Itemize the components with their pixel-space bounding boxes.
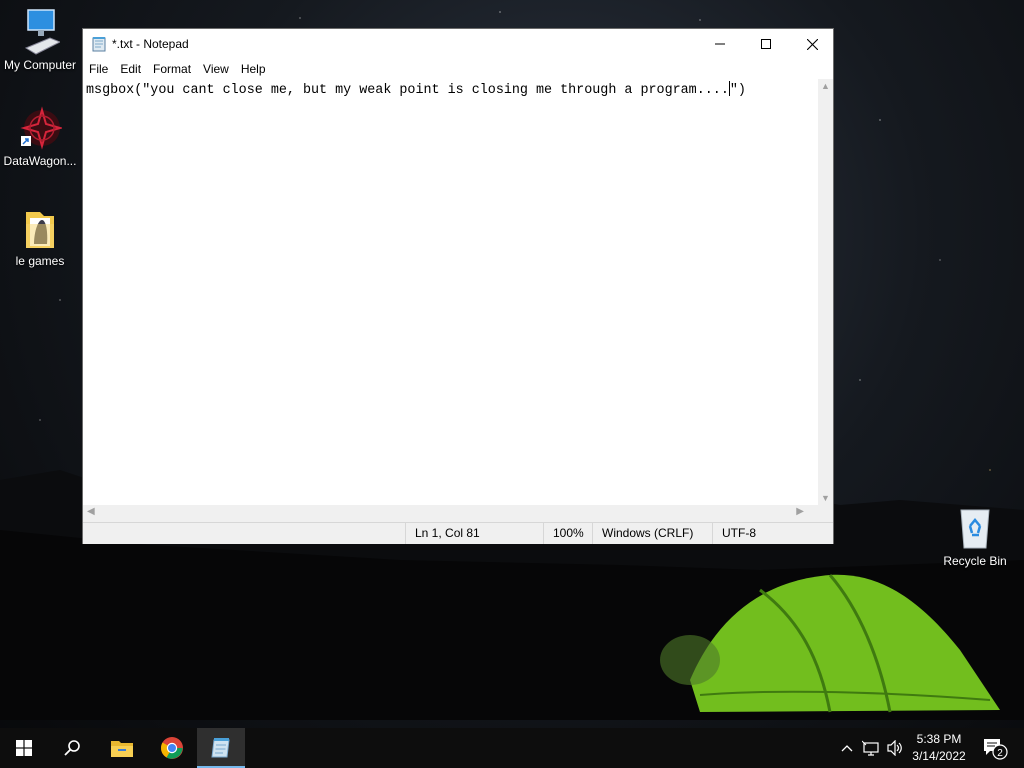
horizontal-scrollbar[interactable]: ◀ ▶ bbox=[83, 505, 818, 522]
desktop-icon-recycle-bin[interactable]: Recycle Bin bbox=[935, 502, 1015, 568]
network-icon bbox=[862, 740, 879, 756]
menu-view[interactable]: View bbox=[197, 62, 235, 76]
folder-icon bbox=[26, 212, 54, 248]
close-icon bbox=[806, 38, 818, 50]
desktop-icon-datawagon[interactable]: DataWagon... bbox=[0, 106, 80, 168]
action-center-button[interactable]: 2 bbox=[980, 728, 1010, 768]
clock-time: 5:38 PM bbox=[916, 732, 962, 746]
text-line: msgbox("you cant close me, but my weak p… bbox=[86, 81, 746, 98]
notepad-taskbar-icon bbox=[211, 738, 230, 758]
desktop-icon-label: DataWagon... bbox=[3, 154, 77, 168]
text-editor[interactable]: msgbox("you cant close me, but my weak p… bbox=[83, 79, 818, 505]
menu-help[interactable]: Help bbox=[235, 62, 272, 76]
notification-count: 2 bbox=[997, 748, 1003, 759]
maximize-button[interactable] bbox=[743, 29, 789, 59]
minimize-button[interactable] bbox=[697, 29, 743, 59]
maximize-icon bbox=[761, 39, 771, 49]
vertical-scrollbar[interactable]: ▲ ▼ bbox=[818, 79, 833, 505]
status-encoding: UTF-8 bbox=[712, 523, 832, 544]
taskbar: 5:38 PM 3/14/2022 2 bbox=[0, 728, 1024, 768]
clock-date: 3/14/2022 bbox=[912, 749, 966, 763]
text-after-caret: ") bbox=[729, 83, 746, 98]
scroll-left-icon[interactable]: ◀ bbox=[87, 506, 95, 517]
status-zoom: 100% bbox=[543, 523, 593, 544]
close-button[interactable] bbox=[789, 29, 835, 59]
taskbar-chrome[interactable] bbox=[148, 728, 196, 768]
show-hidden-icons-button[interactable] bbox=[836, 728, 858, 768]
notification-icon: 2 bbox=[984, 739, 1008, 760]
start-button[interactable] bbox=[0, 728, 48, 768]
search-icon bbox=[64, 740, 80, 756]
scrollbar-corner bbox=[818, 505, 833, 522]
menu-edit[interactable]: Edit bbox=[114, 62, 147, 76]
notepad-icon bbox=[92, 37, 106, 52]
status-line-ending: Windows (CRLF) bbox=[592, 523, 712, 544]
chevron-up-icon bbox=[841, 745, 853, 752]
status-bar: Ln 1, Col 81 100% Windows (CRLF) UTF-8 bbox=[83, 522, 833, 544]
text-before-caret: msgbox("you cant close me, but my weak p… bbox=[86, 83, 729, 98]
computer-icon bbox=[24, 9, 60, 55]
scroll-down-icon[interactable]: ▼ bbox=[818, 493, 833, 503]
desktop-icon-le-games[interactable]: le games bbox=[0, 206, 80, 268]
taskbar-notepad[interactable] bbox=[197, 728, 245, 768]
search-button[interactable] bbox=[48, 728, 96, 768]
title-bar[interactable]: *.txt - Notepad bbox=[83, 29, 833, 59]
chrome-icon bbox=[161, 737, 183, 759]
menu-bar: File Edit Format View Help bbox=[83, 59, 833, 79]
file-explorer-icon bbox=[111, 741, 133, 757]
desktop-icon-my-computer[interactable]: My Computer bbox=[0, 8, 80, 72]
desktop-icon-label: Recycle Bin bbox=[943, 554, 1007, 568]
taskbar-file-explorer[interactable] bbox=[98, 728, 146, 768]
network-button[interactable] bbox=[860, 728, 882, 768]
menu-file[interactable]: File bbox=[83, 62, 114, 76]
scroll-up-icon[interactable]: ▲ bbox=[818, 81, 833, 91]
status-cursor-position: Ln 1, Col 81 bbox=[405, 523, 545, 544]
window-title: *.txt - Notepad bbox=[112, 37, 189, 51]
desktop-icon-label: le games bbox=[15, 254, 65, 268]
windows-logo-icon bbox=[16, 740, 32, 756]
recycle-bin-icon bbox=[960, 509, 990, 549]
clock[interactable]: 5:38 PM 3/14/2022 bbox=[900, 731, 978, 765]
minimize-icon bbox=[715, 43, 725, 45]
menu-format[interactable]: Format bbox=[147, 62, 197, 76]
notepad-window[interactable]: *.txt - Notepad File Edit Format View He… bbox=[82, 28, 834, 544]
scroll-right-icon[interactable]: ▶ bbox=[796, 506, 804, 517]
desktop-icon-label: My Computer bbox=[3, 58, 77, 72]
datawagon-logo-icon bbox=[20, 106, 62, 150]
